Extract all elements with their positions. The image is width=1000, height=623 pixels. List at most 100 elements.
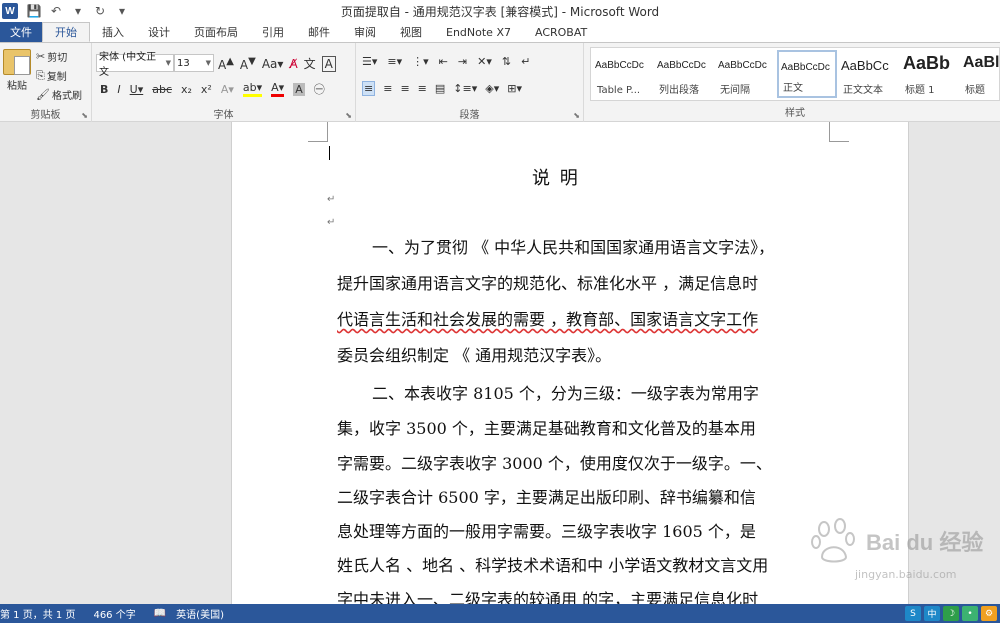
text-effects-icon[interactable]: A▾ bbox=[221, 83, 234, 96]
para2-line2: 集，收字 3500 个，主要满足基础教育和文化普及的基本用 bbox=[337, 419, 756, 438]
tab-home[interactable]: 开始 bbox=[42, 22, 90, 42]
ime-chinese-icon[interactable]: 中 bbox=[924, 606, 940, 621]
font-color-icon[interactable]: A▾ bbox=[271, 81, 285, 97]
style-title[interactable]: AaBl 标题 bbox=[961, 50, 999, 98]
language[interactable]: 英语(美国) bbox=[176, 606, 224, 621]
numbering-icon[interactable]: ≡▾ bbox=[387, 55, 402, 68]
shading-icon[interactable]: ◈▾ bbox=[485, 82, 499, 95]
style-list-paragraph[interactable]: AaBbCcDc 列出段落 bbox=[655, 50, 715, 98]
paragraph-group: ☰▾ ≡▾ ⋮▾ ⇤ ⇥ ✕▾ ⇅ ↵ ≡ ≡ ≡ ≡ ▤ ↕≡▾ ◈▾ ⊞▾ … bbox=[356, 43, 584, 123]
show-marks-icon[interactable]: ↵ bbox=[521, 55, 530, 68]
line-spacing-icon[interactable]: ↕≡▾ bbox=[453, 82, 477, 95]
dot-icon[interactable]: • bbox=[962, 606, 978, 621]
system-tray: S 中 ☽ • ⚙ bbox=[905, 604, 1000, 623]
italic-icon[interactable]: I bbox=[117, 83, 120, 96]
shrink-font-icon[interactable]: A▼ bbox=[240, 56, 256, 72]
style-name: 列出段落 bbox=[659, 85, 699, 96]
strikethrough-icon[interactable]: abc bbox=[152, 83, 172, 96]
increase-indent-icon[interactable]: ⇥ bbox=[458, 55, 467, 68]
customize-qat-icon[interactable]: ▾ bbox=[114, 4, 130, 18]
para2-line4: 二级字表合计 6500 字，主要满足出版印刷、辞书编纂和信 bbox=[337, 488, 756, 507]
tab-design[interactable]: 设计 bbox=[136, 22, 182, 42]
tab-endnote[interactable]: EndNote X7 bbox=[434, 22, 523, 42]
borders-icon[interactable]: ⊞▾ bbox=[507, 82, 522, 95]
subscript-icon[interactable]: x₂ bbox=[181, 83, 192, 96]
tab-file[interactable]: 文件 bbox=[0, 22, 42, 42]
multilevel-list-icon[interactable]: ⋮▾ bbox=[412, 55, 429, 68]
save-icon[interactable]: 💾 bbox=[26, 4, 42, 18]
dropdown-icon[interactable]: ▾ bbox=[70, 4, 86, 18]
enclose-char-icon[interactable]: ㊀ bbox=[314, 81, 325, 97]
font-launcher-icon[interactable]: ⬊ bbox=[345, 111, 352, 120]
style-preview: AaBbCc bbox=[841, 58, 889, 73]
font-group-label: 字体 bbox=[213, 110, 234, 121]
align-right-icon[interactable]: ≡ bbox=[400, 82, 409, 95]
para1-line2: 提升国家通用语言文字的规范化、标准化水平 ，满足信息时 bbox=[337, 274, 759, 293]
proofing-icon[interactable]: 📖 bbox=[154, 608, 166, 619]
bullets-icon[interactable]: ☰▾ bbox=[362, 55, 377, 68]
style-no-spacing[interactable]: AaBbCcDc 无间隔 bbox=[716, 50, 776, 98]
style-normal[interactable]: AaBbCcDc 正文 bbox=[777, 50, 837, 98]
align-center-icon[interactable]: ≡ bbox=[383, 82, 392, 95]
phonetic-guide-icon[interactable]: 文 bbox=[304, 55, 316, 72]
bold-icon[interactable]: B bbox=[100, 83, 108, 96]
justify-icon[interactable]: ≡ bbox=[418, 82, 427, 95]
redo-icon[interactable]: ↻ bbox=[92, 4, 108, 18]
brush-icon: 🖌 bbox=[36, 88, 50, 101]
tab-review[interactable]: 审阅 bbox=[342, 22, 388, 42]
highlight-icon[interactable]: ab▾ bbox=[242, 81, 263, 97]
tab-acrobat[interactable]: ACROBAT bbox=[523, 22, 599, 42]
chevron-down-icon: ▼ bbox=[205, 59, 211, 67]
gear-icon[interactable]: ⚙ bbox=[981, 606, 997, 621]
style-preview: AaBl bbox=[963, 54, 999, 71]
document-heading: 说 明 bbox=[532, 168, 580, 189]
clipboard-group: 粘贴 ✂ 剪切 ⎘ 复制 🖌 格式刷 剪贴板 ⬊ bbox=[0, 43, 92, 123]
clear-format-icon[interactable]: A̸ bbox=[289, 57, 297, 71]
style-table-p[interactable]: AaBbCcDc Table P... bbox=[593, 50, 653, 98]
watermark-text: Bai du 经验 bbox=[866, 530, 984, 555]
superscript-icon[interactable]: x² bbox=[201, 83, 212, 96]
align-left-icon[interactable]: ≡ bbox=[362, 81, 376, 96]
chinese-layout-icon[interactable]: ✕▾ bbox=[477, 55, 492, 68]
paragraph-launcher-icon[interactable]: ⬊ bbox=[573, 111, 580, 120]
copy-button[interactable]: ⎘ 复制 bbox=[36, 68, 67, 84]
style-body-text[interactable]: AaBbCc 正文文本 bbox=[839, 50, 899, 98]
tab-page-layout[interactable]: 页面布局 bbox=[182, 22, 250, 42]
format-painter-label: 格式刷 bbox=[51, 91, 82, 102]
clipboard-launcher-icon[interactable]: ⬊ bbox=[81, 111, 88, 120]
para2-line3: 字需要。二级字表收字 3000 个，使用度仅次于一级字。一、 bbox=[337, 454, 772, 473]
underline-icon[interactable]: U▾ bbox=[130, 83, 144, 96]
tab-mailings[interactable]: 邮件 bbox=[296, 22, 342, 42]
alignment-buttons: ≡ ≡ ≡ ≡ ▤ ↕≡▾ ◈▾ ⊞▾ bbox=[362, 81, 522, 96]
undo-icon[interactable]: ↶ bbox=[48, 4, 64, 18]
char-border-icon[interactable]: A bbox=[321, 55, 336, 72]
char-shading-icon[interactable]: A bbox=[293, 82, 305, 96]
paste-icon bbox=[3, 49, 31, 75]
page-corner-mark bbox=[308, 122, 328, 142]
page-count[interactable]: 第 1 页，共 1 页 bbox=[0, 606, 75, 621]
decrease-indent-icon[interactable]: ⇤ bbox=[439, 55, 448, 68]
cut-button[interactable]: ✂ 剪切 bbox=[36, 49, 67, 64]
change-case-icon[interactable]: Aa▾ bbox=[262, 57, 284, 71]
style-name: 标题 bbox=[965, 85, 985, 96]
distributed-icon[interactable]: ▤ bbox=[435, 82, 445, 95]
font-name-combo[interactable]: 宋体 (中文正文 ▼ bbox=[96, 52, 174, 78]
document-page[interactable]: 说 明 ↵ ↵ 一、为了贯彻 《 中华人民共和国国家通用语言文字法》， 提升国家… bbox=[231, 122, 909, 604]
moon-icon[interactable]: ☽ bbox=[943, 606, 959, 621]
style-preview: AaBbCcDc bbox=[718, 60, 767, 71]
word-count[interactable]: 466 个字 bbox=[93, 606, 135, 621]
tab-view[interactable]: 视图 bbox=[388, 22, 434, 42]
format-painter-button[interactable]: 🖌 格式刷 bbox=[36, 87, 82, 102]
tab-insert[interactable]: 插入 bbox=[90, 22, 136, 42]
style-heading-1[interactable]: AaBb 标题 1 bbox=[901, 50, 961, 98]
sogou-s-icon[interactable]: S bbox=[905, 606, 921, 621]
baidu-paw-icon bbox=[811, 518, 855, 563]
font-size-combo[interactable]: 13 ▼ bbox=[174, 54, 214, 72]
word-app-icon[interactable]: W bbox=[2, 3, 18, 19]
baidu-watermark: Bai du 经验 jingyan.baidu.com bbox=[810, 515, 995, 595]
tab-references[interactable]: 引用 bbox=[250, 22, 296, 42]
sort-icon[interactable]: ⇅ bbox=[502, 55, 511, 68]
paste-button[interactable]: 粘贴 bbox=[3, 49, 31, 92]
grow-font-icon[interactable]: A▲ bbox=[218, 56, 234, 72]
list-buttons: ☰▾ ≡▾ ⋮▾ ⇤ ⇥ ✕▾ ⇅ ↵ bbox=[362, 55, 530, 68]
